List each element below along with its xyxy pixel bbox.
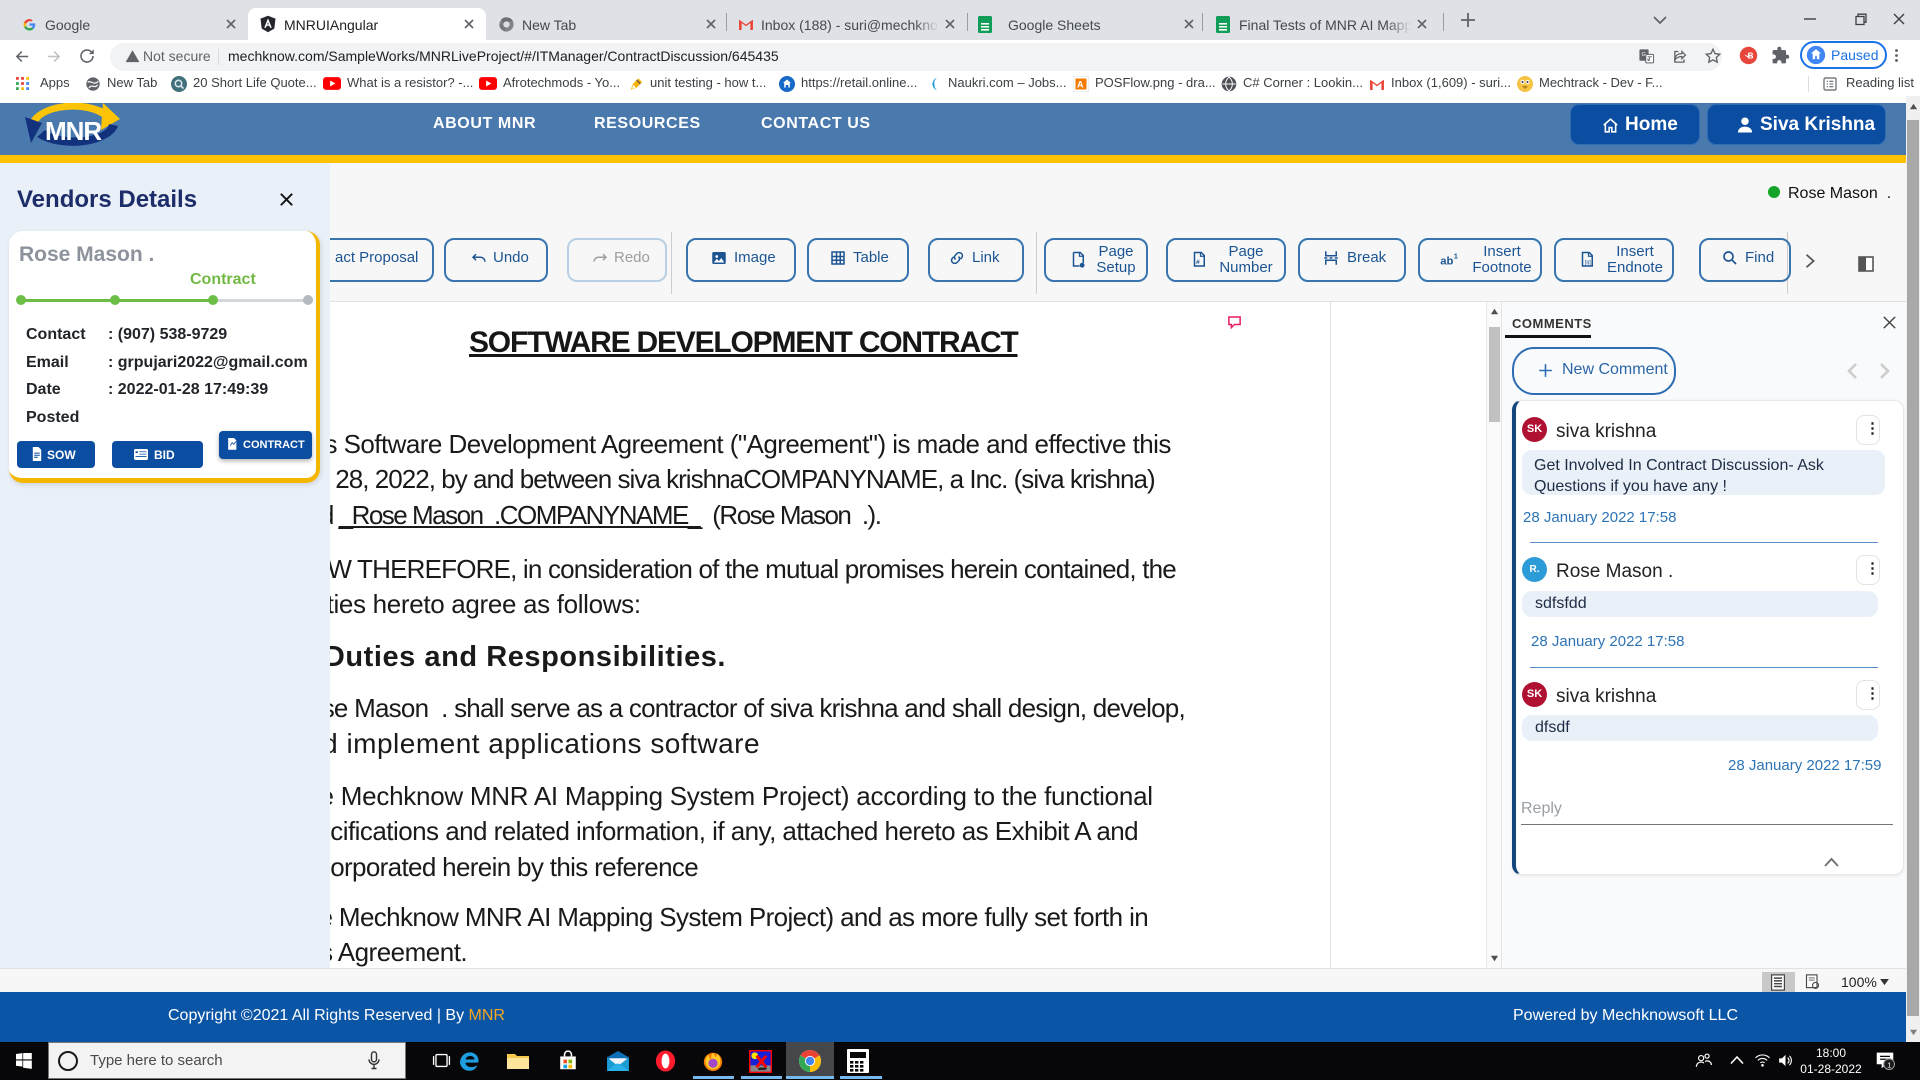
svg-text:G: G: [1642, 52, 1646, 58]
svg-text:[ii]: [ii]: [1585, 261, 1591, 267]
svg-text:B: B: [1748, 52, 1754, 61]
svg-text:A: A: [1077, 80, 1084, 90]
svg-text:ab: ab: [1440, 256, 1453, 268]
svg-text:MNR: MNR: [45, 116, 102, 146]
svg-text:1: 1: [1887, 1061, 1891, 1070]
svg-text:1: 1: [1454, 252, 1458, 261]
svg-text:#: #: [1196, 259, 1200, 266]
